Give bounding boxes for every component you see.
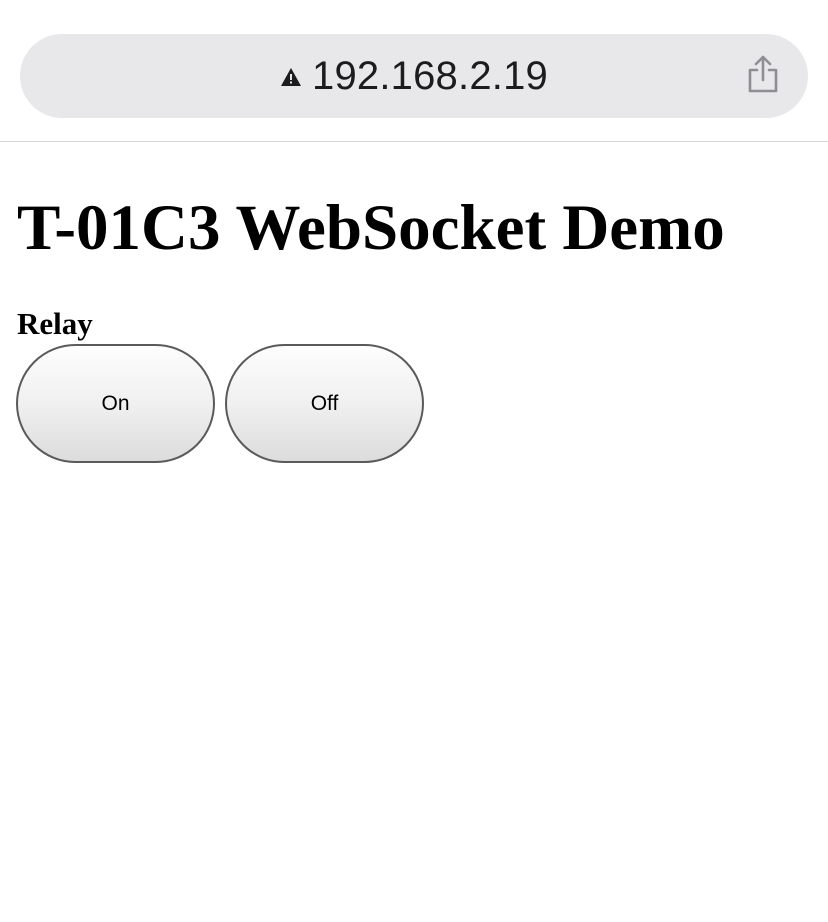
address-bar-content: 192.168.2.19 [20,34,808,118]
share-icon[interactable] [746,54,780,94]
relay-on-button[interactable]: On [16,344,215,463]
relay-off-button[interactable]: Off [225,344,424,463]
relay-label: Relay [17,306,93,341]
browser-toolbar: 192.168.2.19 [0,0,828,142]
address-bar[interactable]: 192.168.2.19 [20,34,808,118]
page-title: T-01C3 WebSocket Demo [17,192,725,264]
warning-triangle-icon [280,67,302,87]
url-text: 192.168.2.19 [312,53,548,98]
relay-button-group: On Off [16,344,424,463]
